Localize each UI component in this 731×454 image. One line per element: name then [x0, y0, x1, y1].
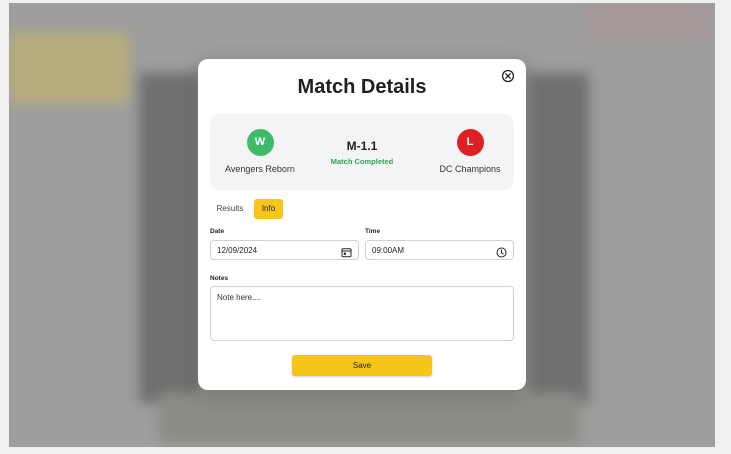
- away-team-name: DC Champions: [439, 164, 501, 174]
- match-info: M-1.1 Match Completed: [302, 139, 422, 166]
- calendar-icon[interactable]: [341, 245, 352, 258]
- modal-title: Match Details: [297, 76, 427, 98]
- date-label: Date: [210, 228, 225, 235]
- clock-icon[interactable]: [496, 245, 507, 258]
- match-summary-panel: W Avengers Reborn M-1.1 Match Completed …: [210, 114, 514, 190]
- match-status: Match Completed: [330, 157, 394, 166]
- away-team: L DC Champions: [415, 129, 525, 174]
- close-icon[interactable]: [501, 69, 515, 83]
- match-details-modal: Match Details W Avengers Reborn M-1.1 Ma…: [198, 59, 526, 390]
- home-team-name: Avengers Reborn: [225, 164, 295, 174]
- tab-info[interactable]: Info: [254, 199, 283, 219]
- away-result-badge: L: [456, 129, 484, 156]
- notes-label: Notes: [210, 275, 229, 282]
- match-id: M-1.1: [346, 139, 378, 153]
- time-field[interactable]: [365, 240, 514, 260]
- home-result-badge: W: [246, 129, 274, 156]
- date-input[interactable]: [217, 245, 327, 256]
- notes-textarea[interactable]: [210, 286, 514, 341]
- time-input[interactable]: [372, 245, 482, 256]
- tab-results[interactable]: Results: [210, 199, 250, 219]
- home-team: W Avengers Reborn: [205, 129, 315, 174]
- save-button[interactable]: Save: [292, 355, 432, 376]
- date-field[interactable]: [210, 240, 359, 260]
- time-label: Time: [365, 228, 381, 235]
